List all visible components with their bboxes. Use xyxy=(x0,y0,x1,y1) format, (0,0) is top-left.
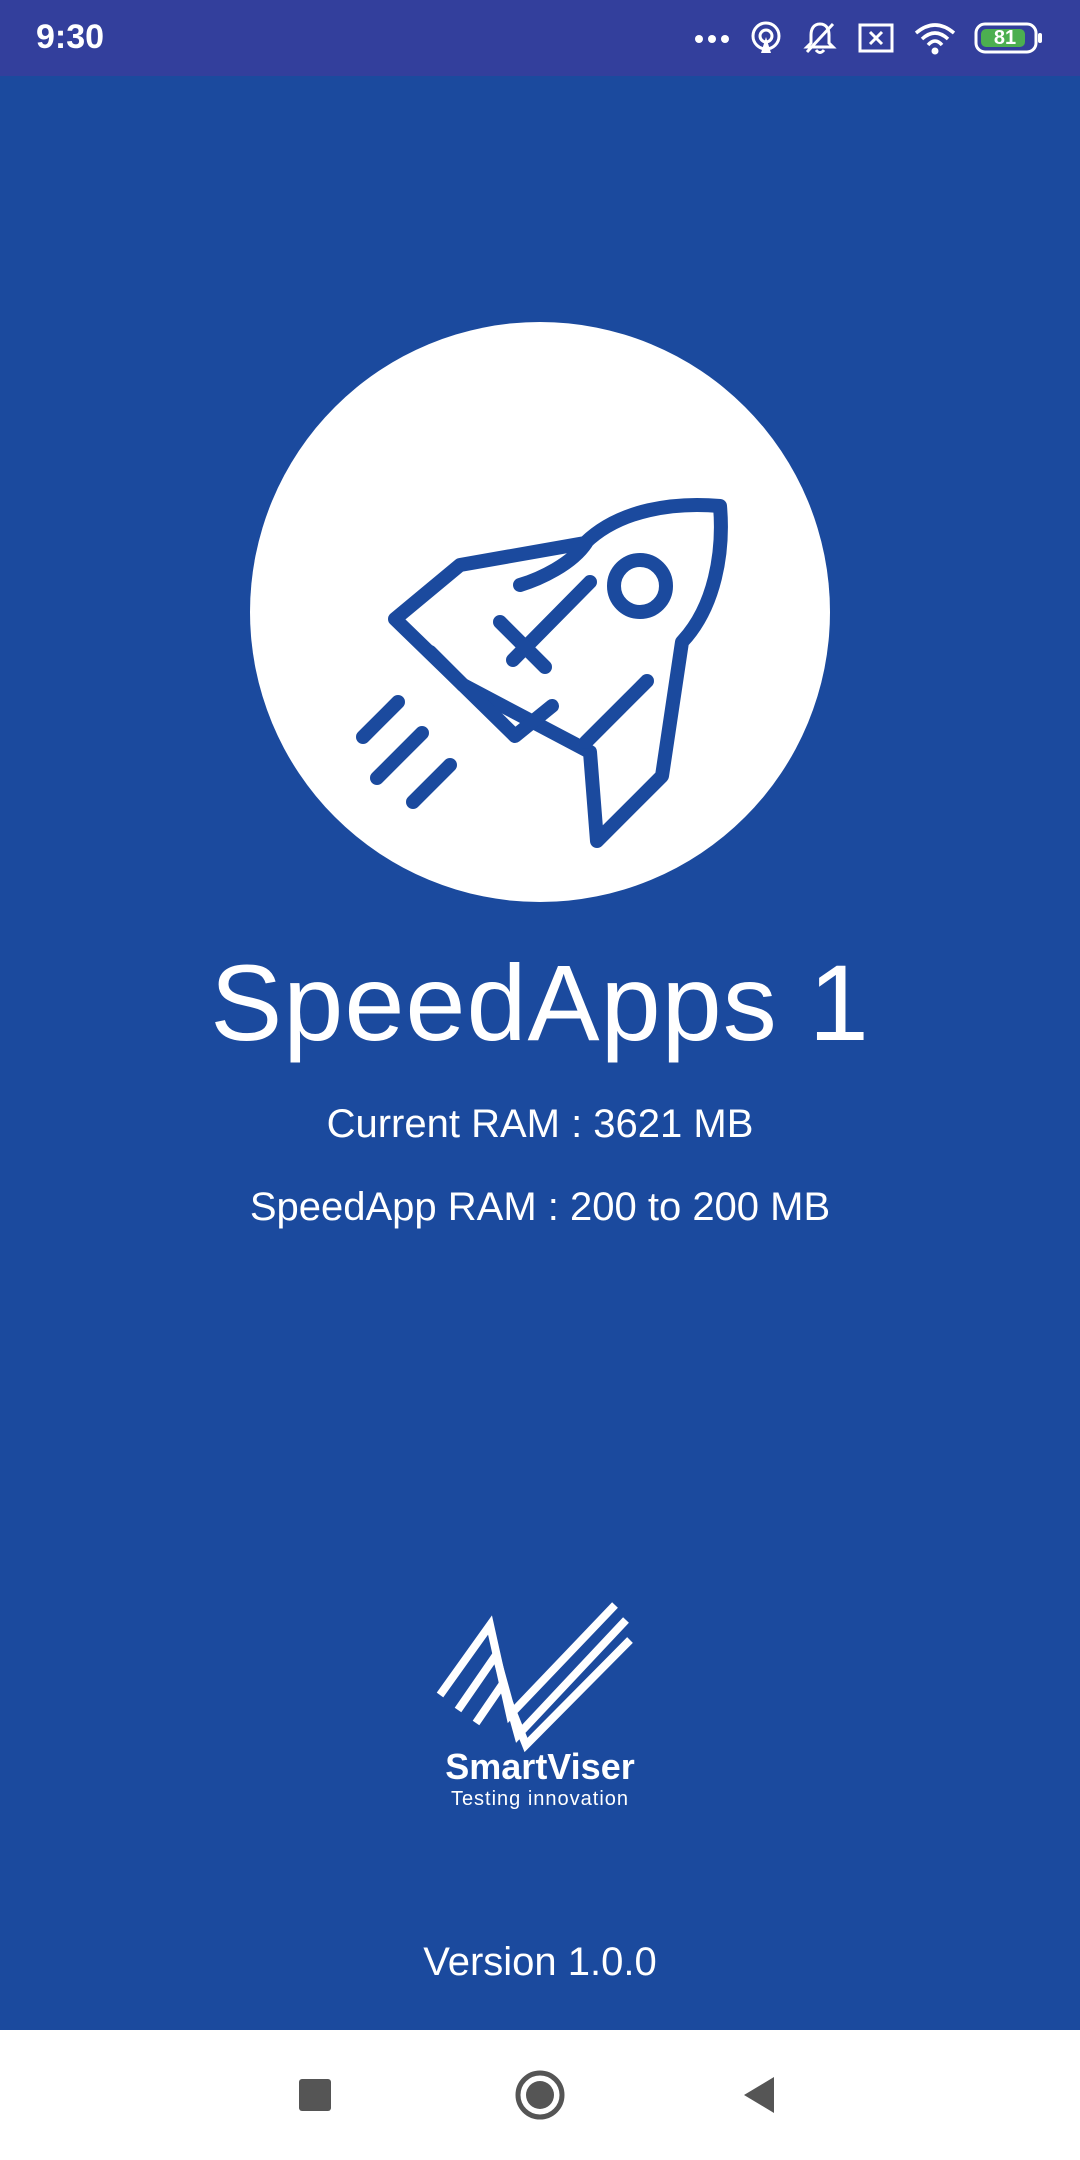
sim-x-icon xyxy=(858,23,894,53)
recents-button[interactable] xyxy=(270,2050,360,2140)
brand-name: SmartViser xyxy=(445,1746,635,1787)
battery-icon: 81 xyxy=(974,22,1044,54)
more-dots-icon xyxy=(695,35,729,43)
app-title: SpeedApps 1 xyxy=(210,942,870,1063)
app-logo xyxy=(250,322,830,902)
navigation-bar xyxy=(0,2030,1080,2160)
home-icon xyxy=(515,2070,565,2120)
brand-tagline: Testing innovation xyxy=(450,1788,630,1810)
battery-level: 81 xyxy=(993,27,1017,49)
hotspot-icon xyxy=(751,21,781,53)
status-bar: 9:30 81 xyxy=(0,0,1080,76)
current-ram-text: Current RAM : 3621 MB xyxy=(326,1102,754,1146)
wifi-icon xyxy=(914,23,956,55)
back-icon xyxy=(744,2077,774,2113)
smartviser-logo-icon xyxy=(436,1602,633,1753)
version-text: Version 1.0.0 xyxy=(423,1940,657,1984)
status-time: 9:30 xyxy=(36,18,105,56)
speedapp-ram-text: SpeedApp RAM : 200 to 200 MB xyxy=(249,1185,831,1229)
back-button[interactable] xyxy=(715,2050,805,2140)
recents-icon xyxy=(299,2079,331,2111)
home-button[interactable] xyxy=(495,2050,585,2140)
rocket-icon xyxy=(356,497,728,848)
status-icons: 81 xyxy=(694,18,1044,58)
bell-off-icon xyxy=(803,22,837,54)
